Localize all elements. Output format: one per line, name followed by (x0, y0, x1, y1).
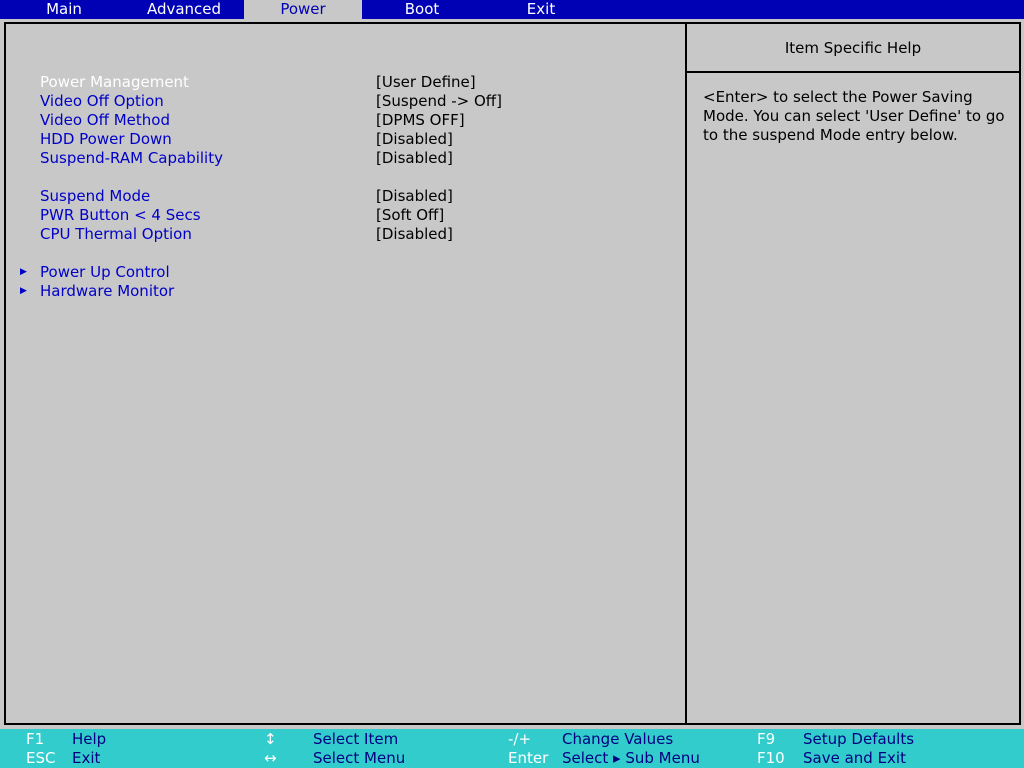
key-f9-desc: Setup Defaults (803, 730, 915, 748)
key-enter: Enter (508, 749, 549, 767)
key-f1-desc: Help (72, 730, 107, 748)
setting-value[interactable]: [Disabled] (376, 130, 453, 149)
setting-value[interactable]: [Disabled] (376, 225, 453, 244)
setting-label: PWR Button < 4 Secs (40, 206, 201, 224)
setting-label: Suspend-RAM Capability (40, 149, 223, 167)
setting-row-power-management[interactable]: Power Management [User Define] (6, 73, 685, 92)
setting-value[interactable]: [Soft Off] (376, 206, 444, 225)
setting-label: Video Off Option (40, 92, 164, 110)
tab-main[interactable]: Main (4, 0, 124, 19)
submenu-label: Hardware Monitor (40, 282, 175, 300)
help-separator (687, 71, 1019, 73)
key-updown-desc: Select Item (313, 730, 399, 748)
setting-value[interactable]: [DPMS OFF] (376, 111, 465, 130)
setup-frame: Power Management [User Define] Video Off… (4, 22, 1021, 725)
setting-value[interactable]: [Disabled] (376, 149, 453, 168)
tab-power[interactable]: Power (244, 0, 362, 19)
key-f1: F1 (26, 730, 45, 748)
key-esc: ESC (26, 749, 56, 767)
key-legend-bar: F1 Help ESC Exit ↕ Select Item ↔ Select … (0, 729, 1024, 768)
key-esc-desc: Exit (72, 749, 101, 767)
setting-row-cpu-thermal[interactable]: CPU Thermal Option [Disabled] (6, 225, 685, 244)
setting-label: Power Management (40, 73, 189, 91)
tab-boot[interactable]: Boot (362, 0, 482, 19)
setting-row-video-off-option[interactable]: Video Off Option [Suspend -> Off] (6, 92, 685, 111)
submenu-power-up-control[interactable]: ▶ Power Up Control (6, 263, 685, 282)
setting-value[interactable]: [User Define] (376, 73, 476, 92)
updown-arrow-icon: ↕ (264, 730, 277, 748)
tab-advanced[interactable]: Advanced (124, 0, 244, 19)
setting-row-video-off-method[interactable]: Video Off Method [DPMS OFF] (6, 111, 685, 130)
key-f10: F10 (757, 749, 785, 767)
setting-label: HDD Power Down (40, 130, 172, 148)
setting-row-suspend-mode[interactable]: Suspend Mode [Disabled] (6, 187, 685, 206)
setting-label: CPU Thermal Option (40, 225, 192, 243)
key-enter-desc: Select ▸ Sub Menu (562, 749, 700, 767)
help-title: Item Specific Help (784, 39, 922, 57)
menu-bar: Main Advanced Power Boot Exit (0, 0, 1024, 19)
key-f10-desc: Save and Exit (803, 749, 906, 767)
submenu-arrow-icon: ▶ (20, 286, 27, 296)
tab-exit[interactable]: Exit (482, 0, 600, 19)
help-text: <Enter> to select the Power Saving Mode.… (703, 88, 1005, 144)
setting-row-hdd-power-down[interactable]: HDD Power Down [Disabled] (6, 130, 685, 149)
key-f9: F9 (757, 730, 776, 748)
key-plusminus: -/+ (508, 730, 532, 748)
key-plusminus-desc: Change Values (562, 730, 674, 748)
submenu-label: Power Up Control (40, 263, 170, 281)
setting-label: Suspend Mode (40, 187, 151, 205)
setting-value[interactable]: [Disabled] (376, 187, 453, 206)
setting-value[interactable]: [Suspend -> Off] (376, 92, 502, 111)
pane-divider (685, 24, 687, 723)
setting-label: Video Off Method (40, 111, 170, 129)
submenu-arrow-icon: ▶ (20, 267, 27, 277)
leftright-arrow-icon: ↔ (264, 749, 277, 767)
setting-row-suspend-ram[interactable]: Suspend-RAM Capability [Disabled] (6, 149, 685, 168)
submenu-hardware-monitor[interactable]: ▶ Hardware Monitor (6, 282, 685, 301)
key-leftright-desc: Select Menu (313, 749, 406, 767)
settings-pane: Power Management [User Define] Video Off… (6, 24, 685, 723)
setting-row-pwr-button[interactable]: PWR Button < 4 Secs [Soft Off] (6, 206, 685, 225)
